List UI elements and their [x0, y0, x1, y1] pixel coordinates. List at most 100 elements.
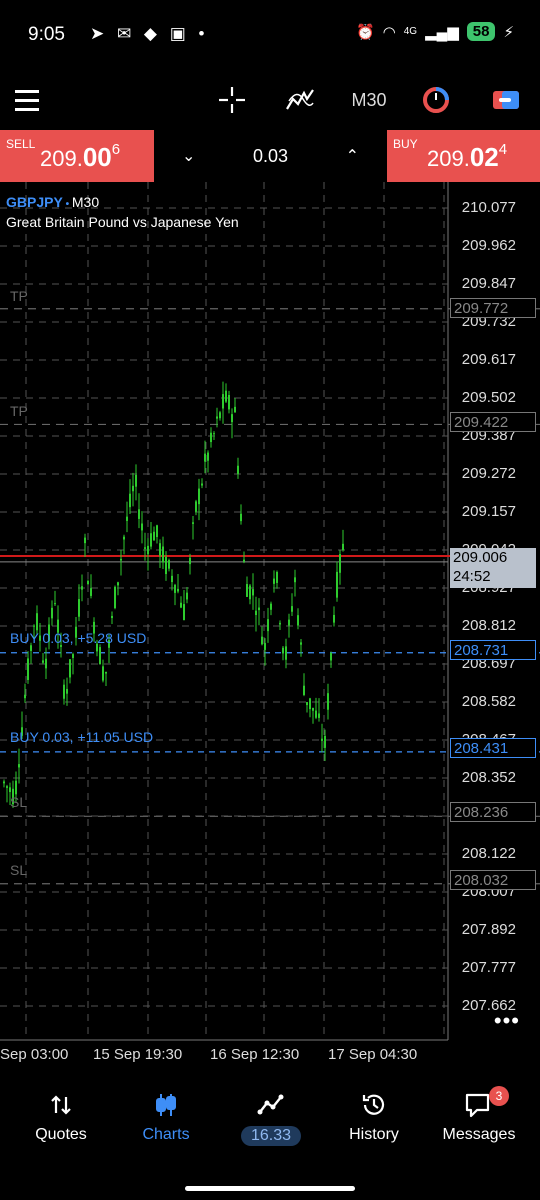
candle-body — [120, 558, 122, 561]
volume-decrease-icon[interactable]: ⌄ — [182, 146, 195, 166]
price-axis-label: 208.812 — [461, 617, 516, 634]
position-price-tag: 208.731 — [450, 640, 536, 660]
candle-body — [144, 547, 146, 549]
price-axis-label: 209.962 — [461, 237, 516, 254]
position-line-label[interactable]: BUY 0.03, +5.28 USD — [10, 630, 146, 646]
crosshair-icon[interactable] — [212, 78, 252, 122]
candle-body — [147, 545, 149, 555]
buy-price: 209.024 — [427, 140, 508, 172]
candle-body — [9, 787, 11, 793]
nav-history[interactable]: History — [324, 1088, 424, 1144]
status-bar: 9:05 ➤ ✉ ◆ ▣ • ⏰ ◠ 4G ▂▄▆ 58 ⚡ — [0, 0, 540, 70]
candle-body — [288, 619, 290, 626]
nav-trade[interactable]: 16.33 — [221, 1088, 321, 1146]
one-click-trading-icon[interactable] — [418, 78, 454, 122]
candle-body — [15, 780, 17, 795]
position-price-tag: 208.431 — [450, 738, 536, 758]
candle-body — [87, 580, 89, 585]
chart-timeframe: M30 — [71, 194, 100, 210]
candle-body — [321, 738, 323, 741]
price-axis-label: 207.777 — [461, 959, 516, 976]
nav-charts[interactable]: Charts — [116, 1088, 216, 1144]
candle-body — [42, 660, 44, 663]
messages-icon: 3 — [429, 1086, 529, 1122]
candle-body — [267, 619, 269, 632]
new-order-icon[interactable] — [486, 78, 526, 122]
charging-icon: ⚡ — [503, 23, 514, 41]
candle-body — [264, 643, 266, 650]
candle-body — [201, 483, 203, 486]
candle-body — [189, 557, 191, 565]
candle-body — [186, 592, 188, 600]
candle-body — [240, 513, 242, 522]
tp-line-label: TP — [10, 403, 28, 419]
candle-body — [135, 474, 137, 487]
buy-button[interactable]: BUY 209.024 — [387, 130, 540, 182]
menu-icon[interactable] — [10, 78, 44, 122]
tp-price-tag: 209.422 — [450, 412, 536, 432]
candle-body — [282, 647, 284, 654]
candle-body — [33, 625, 35, 627]
candle-body — [252, 589, 254, 596]
candle-body — [150, 533, 152, 547]
chart-symbol-line: GBPJPY • M30 — [6, 194, 100, 210]
candle-body — [312, 707, 314, 711]
status-time: 9:05 — [28, 24, 65, 45]
indicators-icon[interactable] — [280, 78, 320, 122]
candle-body — [213, 433, 215, 435]
candle-body — [123, 536, 125, 540]
candle-body — [327, 693, 329, 710]
volume-value[interactable]: 0.03 — [253, 146, 288, 167]
sl-line-label: SL — [10, 794, 28, 810]
candle-body — [99, 647, 101, 665]
candle-body — [291, 606, 293, 612]
current-price-tag: 209.006 24:52 — [450, 548, 536, 588]
candle-body — [30, 645, 32, 651]
candle-body — [279, 622, 281, 625]
price-chart[interactable]: GBPJPY • M30 Great Britain Pound vs Japa… — [0, 182, 540, 1042]
sell-button[interactable]: SELL 209.006 — [0, 130, 154, 182]
profit-pill: 16.33 — [240, 1126, 302, 1146]
nav-messages[interactable]: 3 Messages — [429, 1086, 529, 1144]
candle-body — [72, 654, 74, 658]
sl-line-label: SL — [10, 862, 28, 878]
candle-body — [180, 602, 182, 608]
candle-body — [168, 560, 170, 569]
sell-label: SELL — [6, 137, 36, 151]
candle-body — [336, 571, 338, 598]
candle-body — [171, 575, 173, 583]
price-axis-label: 208.582 — [461, 693, 516, 710]
candle-body — [270, 603, 272, 610]
position-line-label[interactable]: BUY 0.03, +11.05 USD — [10, 729, 153, 745]
time-label: 17 Sep 04:30 — [328, 1046, 418, 1063]
notification-icons: ➤ ✉ ◆ ▣ • — [90, 24, 209, 43]
messages-badge: 3 — [489, 1086, 509, 1106]
sl-price-tag: 208.032 — [450, 870, 536, 890]
timeframe-button[interactable]: M30 — [346, 78, 392, 122]
candle-body — [192, 522, 194, 524]
candle-body — [63, 684, 65, 699]
home-indicator[interactable] — [185, 1186, 355, 1191]
time-label: 16 Sep 12:30 — [210, 1046, 300, 1063]
charts-icon — [116, 1088, 216, 1122]
more-options-icon[interactable]: ••• — [494, 1008, 520, 1034]
candle-body — [69, 659, 71, 678]
candle-body — [105, 671, 107, 674]
signal-icon: ▂▄▆ — [425, 23, 459, 41]
time-axis: Sep 03:00 15 Sep 19:30 16 Sep 12:30 17 S… — [0, 1042, 540, 1072]
wifi-icon: ◠ — [382, 23, 396, 41]
candle-body — [207, 452, 209, 461]
candle-body — [156, 525, 158, 538]
volume-increase-icon[interactable]: ⌃ — [346, 146, 359, 166]
candle-body — [3, 781, 5, 784]
candle-body — [102, 666, 104, 681]
nav-quotes[interactable]: Quotes — [11, 1088, 111, 1144]
trade-icon — [221, 1088, 321, 1122]
candle-body — [318, 713, 320, 718]
time-label: Sep 03:00 — [0, 1046, 69, 1063]
candle-body — [126, 516, 128, 521]
candle-body — [162, 546, 164, 563]
price-axis-label: 208.122 — [461, 845, 516, 862]
sl-price-tag: 208.236 — [450, 802, 536, 822]
candle-body — [222, 394, 224, 409]
